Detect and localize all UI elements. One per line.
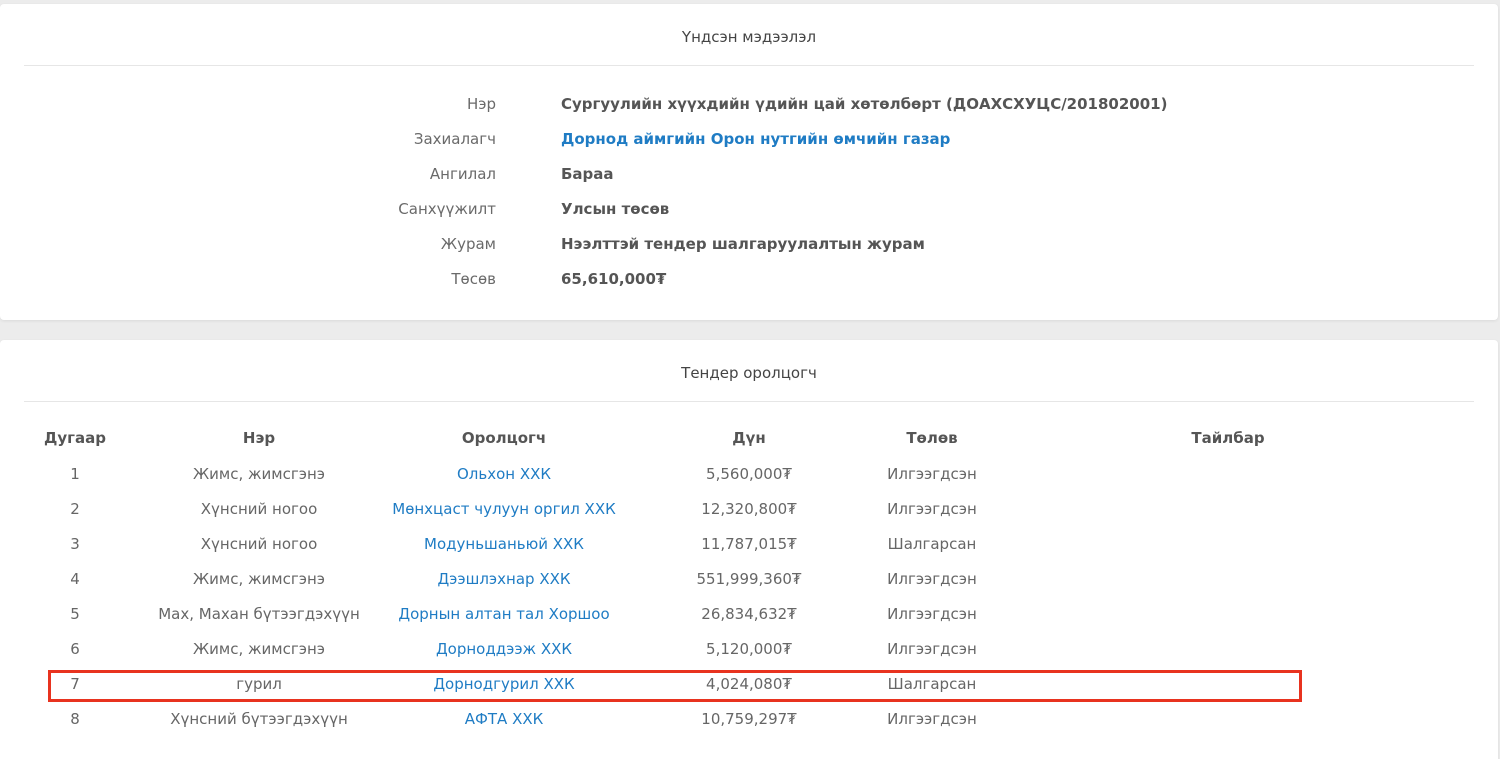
table-row-highlighted: 7 гурил Дорнодгурил ХХК 4,024,080₮ Шалга… [24, 666, 1474, 701]
column-header-amount: Дүн [732, 429, 766, 447]
row-name: Мах, Махан бүтээгдэхүүн [158, 604, 360, 623]
row-number: 7 [70, 674, 80, 693]
row-status: Шалгарсан [887, 674, 977, 693]
info-row-name: Нэр Сургуулийн хүүхдийн үдийн цай хөтөлб… [0, 86, 1498, 121]
column-header-status: Төлөв [906, 429, 958, 447]
row-note [982, 666, 1474, 701]
customer-link[interactable]: Дорнод аймгийн Орон нутгийн өмчийн газар [561, 130, 950, 148]
bidder-link[interactable]: Модуньшаньюй ХХК [392, 526, 616, 561]
basic-info-list: Нэр Сургуулийн хүүхдийн үдийн цай хөтөлб… [0, 86, 1498, 296]
bidder-link[interactable]: Ольхон ХХК [392, 456, 616, 491]
row-number: 6 [70, 639, 80, 658]
info-label: Ангилал [429, 165, 496, 183]
row-status: Илгээгдсэн [887, 464, 977, 483]
info-row-funding: Санхүүжилт Улсын төсөв [0, 191, 1498, 226]
row-amount: 10,759,297₮ [701, 709, 797, 728]
row-number: 3 [70, 534, 80, 553]
category-value: Бараа [561, 165, 614, 183]
bidder-link[interactable]: Мөнхцаст чулуун оргил ХХК [392, 491, 616, 526]
row-note [982, 596, 1474, 631]
table-row: 4 Жимс, жимсгэнэ Дээшлэхнар ХХК 551,999,… [24, 561, 1474, 596]
row-status: Илгээгдсэн [887, 709, 977, 728]
row-note [982, 561, 1474, 596]
row-amount: 5,560,000₮ [706, 464, 792, 483]
row-name: Хүнсний бүтээгдэхүүн [170, 709, 348, 728]
row-note [982, 456, 1474, 491]
row-number: 2 [70, 499, 80, 518]
info-row-customer: Захиалагч Дорнод аймгийн Орон нутгийн өм… [0, 121, 1498, 156]
row-amount: 5,120,000₮ [706, 639, 792, 658]
row-number: 8 [70, 709, 80, 728]
row-number: 4 [70, 569, 80, 588]
row-number: 5 [70, 604, 80, 623]
table-row: 3 Хүнсний ногоо Модуньшаньюй ХХК 11,787,… [24, 526, 1474, 561]
budget-value: 65,610,000₮ [561, 270, 667, 288]
info-row-procedure: Журам Нээлттэй тендер шалгаруулалтын жур… [0, 226, 1498, 261]
info-label: Төсөв [451, 270, 496, 288]
row-status: Илгээгдсэн [887, 604, 977, 623]
info-row-budget: Төсөв 65,610,000₮ [0, 261, 1498, 296]
column-header-bidder: Оролцогч [461, 429, 547, 447]
info-row-category: Ангилал Бараа [0, 156, 1498, 191]
table-header-row: Дугаар Нэр Оролцогч Дүн Төлөв Тайлбар [24, 420, 1474, 456]
column-header-name: Нэр [242, 429, 276, 447]
row-name: Хүнсний ногоо [200, 534, 318, 553]
row-status: Илгээгдсэн [887, 639, 977, 658]
bidder-link[interactable]: АФТА ХХК [392, 701, 616, 736]
row-note [982, 631, 1474, 666]
row-status: Шалгарсан [887, 534, 977, 553]
bidders-card: Тендер оролцогч Дугаар Нэр Оролцогч Дүн … [0, 340, 1498, 759]
bidders-table: Дугаар Нэр Оролцогч Дүн Төлөв Тайлбар 1 … [24, 420, 1474, 736]
info-label: Захиалагч [413, 130, 496, 148]
row-number: 1 [70, 464, 80, 483]
row-status: Илгээгдсэн [887, 499, 977, 518]
row-note [982, 491, 1474, 526]
row-name: Жимс, жимсгэнэ [193, 464, 325, 483]
funding-value: Улсын төсөв [561, 200, 670, 218]
tender-name-value: Сургуулийн хүүхдийн үдийн цай хөтөлбөрт … [561, 95, 1168, 113]
info-label: Журам [440, 235, 496, 253]
procedure-value: Нээлттэй тендер шалгаруулалтын журам [561, 235, 925, 253]
bidder-link[interactable]: Дорнодгурил ХХК [392, 666, 616, 701]
row-name: Жимс, жимсгэнэ [193, 569, 325, 588]
row-note [982, 701, 1474, 736]
row-amount: 4,024,080₮ [706, 674, 792, 693]
table-row: 5 Мах, Махан бүтээгдэхүүн Дорнын алтан т… [24, 596, 1474, 631]
basic-info-card: Үндсэн мэдээлэл Нэр Сургуулийн хүүхдийн … [0, 4, 1498, 320]
row-amount: 12,320,800₮ [701, 499, 797, 518]
row-name: Хүнсний ногоо [200, 499, 318, 518]
row-amount: 551,999,360₮ [696, 569, 802, 588]
row-status: Илгээгдсэн [887, 569, 977, 588]
row-amount: 11,787,015₮ [701, 534, 797, 553]
info-label: Санхүүжилт [398, 200, 496, 218]
table-row: 2 Хүнсний ногоо Мөнхцаст чулуун оргил ХХ… [24, 491, 1474, 526]
row-name: Жимс, жимсгэнэ [193, 639, 325, 658]
bidder-link[interactable]: Дорнын алтан тал Хоршоо [392, 596, 616, 631]
table-row: 1 Жимс, жимсгэнэ Ольхон ХХК 5,560,000₮ И… [24, 456, 1474, 491]
row-amount: 26,834,632₮ [701, 604, 797, 623]
bidder-link[interactable]: Дорноддээж ХХК [392, 631, 616, 666]
info-label: Нэр [466, 95, 496, 113]
bidders-title: Тендер оролцогч [24, 340, 1474, 402]
row-note [982, 526, 1474, 561]
table-row: 6 Жимс, жимсгэнэ Дорноддээж ХХК 5,120,00… [24, 631, 1474, 666]
bidder-link[interactable]: Дээшлэхнар ХХК [392, 561, 616, 596]
table-row: 8 Хүнсний бүтээгдэхүүн АФТА ХХК 10,759,2… [24, 701, 1474, 736]
column-header-number: Дугаар [44, 429, 106, 447]
row-name: гурил [236, 674, 282, 693]
column-header-note: Тайлбар [1191, 429, 1265, 447]
basic-info-title: Үндсэн мэдээлэл [24, 4, 1474, 66]
